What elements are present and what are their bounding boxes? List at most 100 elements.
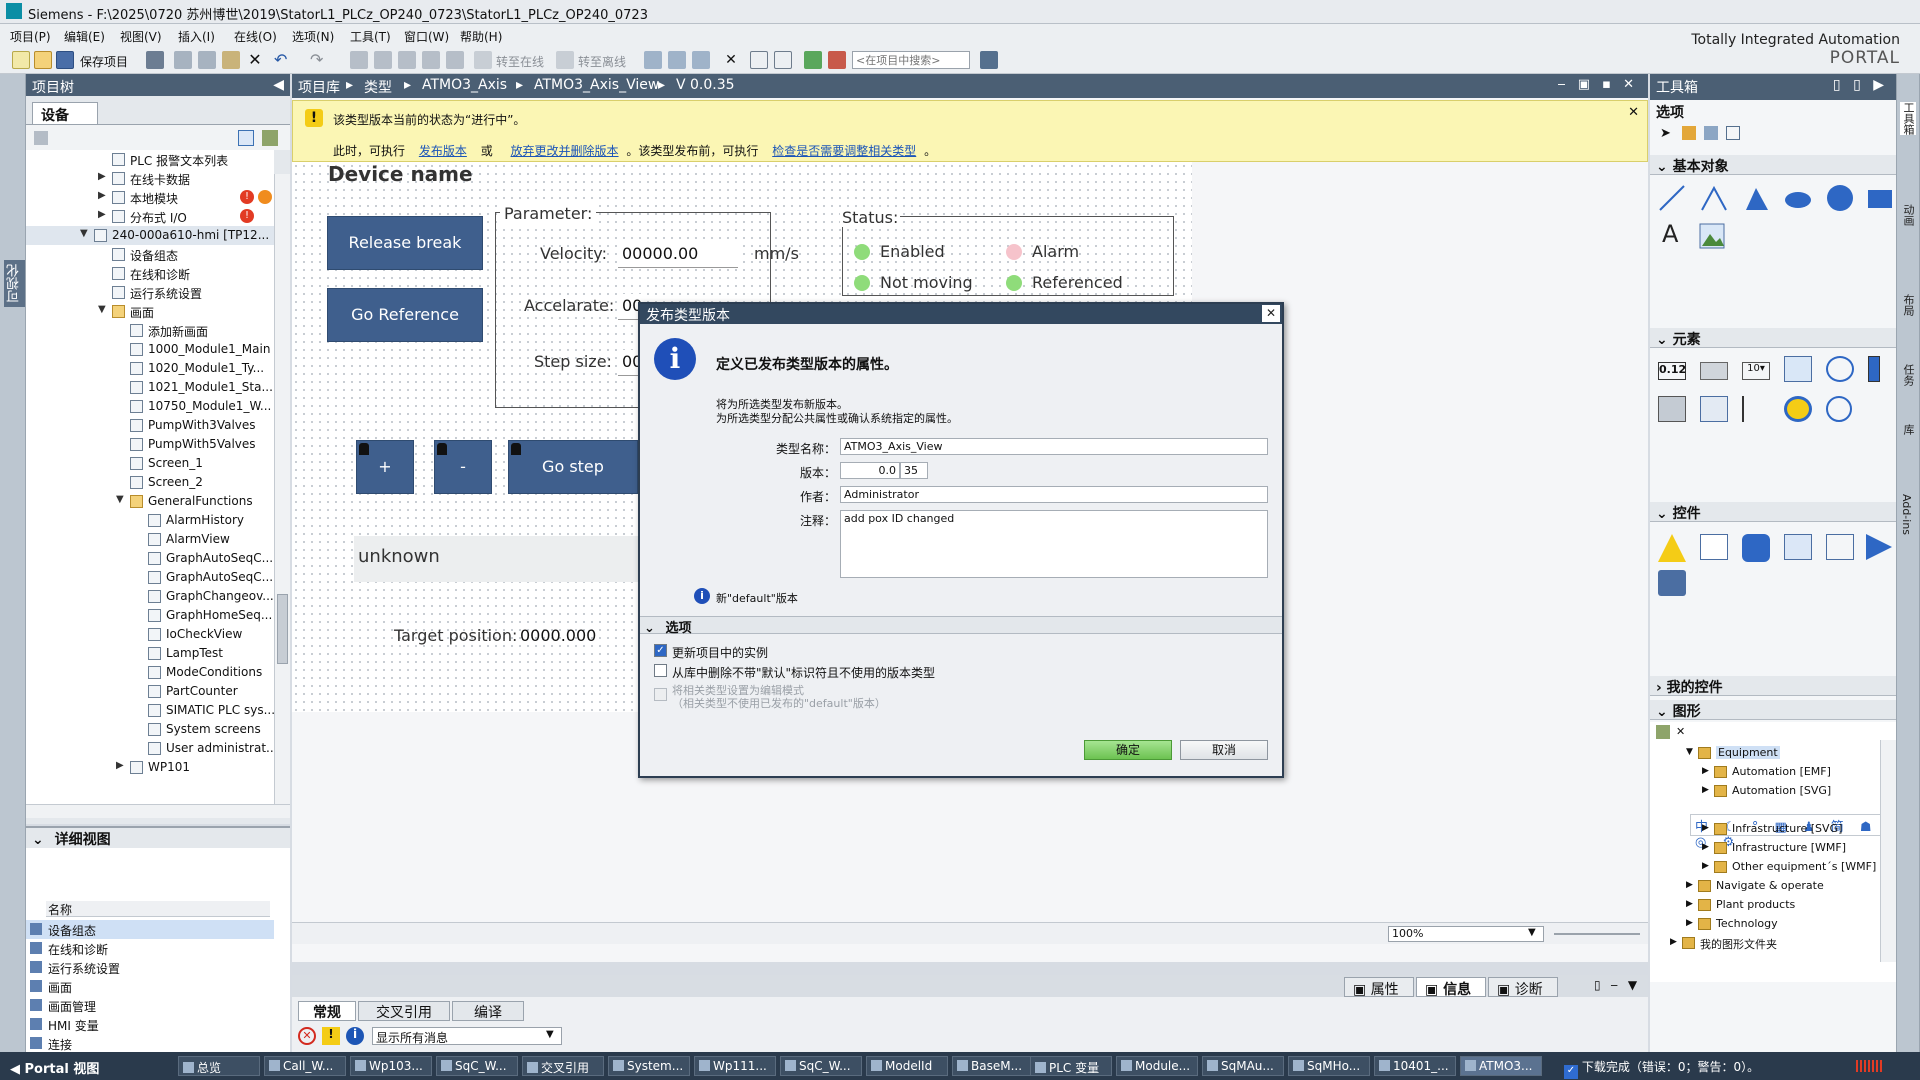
tree-item[interactable]: PumpWith5Valves [26,435,274,454]
scrollbar-thumb[interactable] [277,594,288,664]
taskbar-item-13[interactable]: SqMHo... [1288,1056,1370,1076]
graphics-tree-item[interactable]: ▼ Equipment [1650,744,1880,763]
menu-item-8[interactable]: 帮助(H) [460,28,502,45]
graphics-add-icon[interactable] [1656,725,1670,739]
system-diagnostics-icon[interactable] [1866,534,1892,560]
zoom-slider[interactable] [1554,933,1640,935]
tree-item[interactable]: GraphAutoSeqC... [26,549,274,568]
version-minor-field[interactable]: 35 [900,462,928,479]
graphics-tree-item[interactable]: ▶ Automation [EMF] [1650,763,1880,782]
io-field-icon[interactable]: 0.12 [1658,362,1686,380]
tree-item[interactable]: 1021_Module1_Sta... [26,378,274,397]
taskbar-item-0[interactable]: 总览 [178,1056,260,1076]
go-offline-icon[interactable] [556,51,574,69]
alarm-view-icon[interactable] [1658,534,1686,562]
taskbar-item-12[interactable]: SqMAu... [1202,1056,1284,1076]
tree-item[interactable]: 1020_Module1_Ty... [26,359,274,378]
user-icon[interactable] [1682,126,1696,140]
detail-item[interactable]: 设备组态 [26,920,274,939]
taskbar-item-1[interactable]: Call_W... [264,1056,346,1076]
menu-item-3[interactable]: 插入(I) [178,28,215,45]
breadcrumb-item-4[interactable]: V 0.0.35 [676,77,735,93]
right-strip-tab-4[interactable]: 库 [1900,424,1916,435]
comment-field[interactable]: add pox ID changed [840,510,1268,578]
tree-grid-icon[interactable] [34,131,48,145]
graphics-tree-item[interactable]: ▶ Navigate & operate [1650,877,1880,896]
detail-item[interactable]: 连接 [26,1034,274,1053]
device-name-label[interactable]: Device name [328,162,473,186]
tree-item[interactable]: ▼ 240-000a610-hmi [TP12... [26,226,274,245]
expanded-arrow-icon[interactable]: ▼ [80,228,88,239]
grid-icon[interactable] [1726,126,1740,140]
tree-item[interactable]: AlarmHistory [26,511,274,530]
date-time-icon[interactable] [1826,356,1854,382]
jog-minus-button[interactable]: - [434,440,492,494]
collapsed-arrow-icon[interactable]: ▶ [1702,766,1709,776]
tree-item[interactable]: GraphAutoSeqC... [26,568,274,587]
tree-item[interactable]: ▶ 分布式 I/O! [26,207,274,226]
menu-item-5[interactable]: 选项(N) [292,28,334,45]
close-warning-icon[interactable]: ✕ [1628,105,1639,120]
tree-item[interactable]: PartCounter [26,682,274,701]
tree-item[interactable]: ▶ 本地模块! [26,188,274,207]
symbol-library-icon[interactable] [1700,396,1728,422]
taskbar-item-9[interactable]: BaseM... [952,1056,1034,1076]
button-element-icon[interactable] [1700,362,1728,380]
ellipse-tool-icon[interactable] [1784,184,1812,212]
split-horizontal-icon[interactable] [750,51,768,69]
message-filter-dropdown-icon[interactable]: ▼ [546,1029,554,1040]
target-position-field[interactable]: 0000.000 [516,624,612,650]
tree-item[interactable]: 10750_Module1_W... [26,397,274,416]
warning-filter-icon[interactable]: ! [322,1027,340,1045]
graphics-scrollbar[interactable] [1880,740,1896,962]
right-strip-tab-3[interactable]: 任务 [1900,364,1916,386]
pointer-icon[interactable]: ➤ [1660,126,1671,141]
accessible-devices-icon[interactable] [644,51,662,69]
recipe-view-icon[interactable] [1826,534,1854,560]
circle-tool-icon[interactable] [1826,184,1854,212]
tree-item[interactable]: PLC 报警文本列表 [26,150,274,169]
detail-column-header[interactable]: 名称 [46,901,270,917]
project-search-input[interactable] [852,51,970,69]
graphics-tree-item[interactable]: ▶ Infrastructure [SVG] [1650,820,1880,839]
graphics-tree-item[interactable]: ▶ Technology [1650,915,1880,934]
menu-item-1[interactable]: 编辑(E) [64,28,105,45]
message-filter-select[interactable]: 显示所有消息 [372,1027,562,1045]
breadcrumb-item-1[interactable]: 类型 [364,77,392,97]
release-break-button[interactable]: Release break [327,216,483,270]
collapsed-arrow-icon[interactable]: ▶ [1702,861,1709,871]
options-section-title[interactable]: 选项 [1656,102,1684,122]
info-filter-icon[interactable]: i [346,1027,364,1045]
save-project-button[interactable]: 保存项目 [80,53,128,70]
collapsed-arrow-icon[interactable]: ▶ [116,760,124,771]
velocity-field[interactable]: 00000.00 [618,242,738,268]
stop-sim-icon[interactable] [446,51,464,69]
graphics-tree-item[interactable]: ▶ Other equipment´s [WMF] [1650,858,1880,877]
expanded-arrow-icon[interactable]: ▼ [1686,747,1693,757]
controls-section[interactable]: ⌄ 控件 [1650,502,1896,522]
open-project-icon[interactable] [34,51,52,69]
slider-icon[interactable] [1742,396,1770,422]
monitor-icon[interactable] [668,51,686,69]
tree-item[interactable]: 1000_Module1_Main [26,340,274,359]
taskbar-item-11[interactable]: Module... [1116,1056,1198,1076]
zoom-select[interactable]: 100% [1388,926,1544,942]
graphics-tree-item[interactable]: ▶ Automation [SVG] [1650,782,1880,801]
tree-item[interactable]: ▼ 画面 [26,302,274,321]
collapsed-arrow-icon[interactable]: ▶ [1686,918,1693,928]
collapsed-arrow-icon[interactable]: ▶ [1686,899,1693,909]
graphics-remove-icon[interactable]: ✕ [1676,725,1685,738]
right-strip-tab-5[interactable]: Add-ins [1900,494,1913,535]
project-tree-scrollbar[interactable] [274,174,290,804]
detail-item[interactable]: 在线和诊断 [26,939,274,958]
collapsed-arrow-icon[interactable]: ▶ [1702,823,1709,833]
taskbar-item-4[interactable]: 交叉引用 [522,1056,604,1076]
tree-table-icon[interactable] [238,130,254,146]
author-field[interactable]: Administrator [840,486,1268,503]
check-related-types-link[interactable]: 检查是否需要调整相关类型 [772,144,916,158]
breadcrumb-item-2[interactable]: ATMO3_Axis [422,77,507,93]
tree-item[interactable]: System screens [26,720,274,739]
right-strip-tab-1[interactable]: 动画 [1900,204,1916,226]
taskbar-item-10[interactable]: PLC 变量 [1030,1056,1112,1076]
graphic-view-tool-icon[interactable] [1698,222,1726,250]
